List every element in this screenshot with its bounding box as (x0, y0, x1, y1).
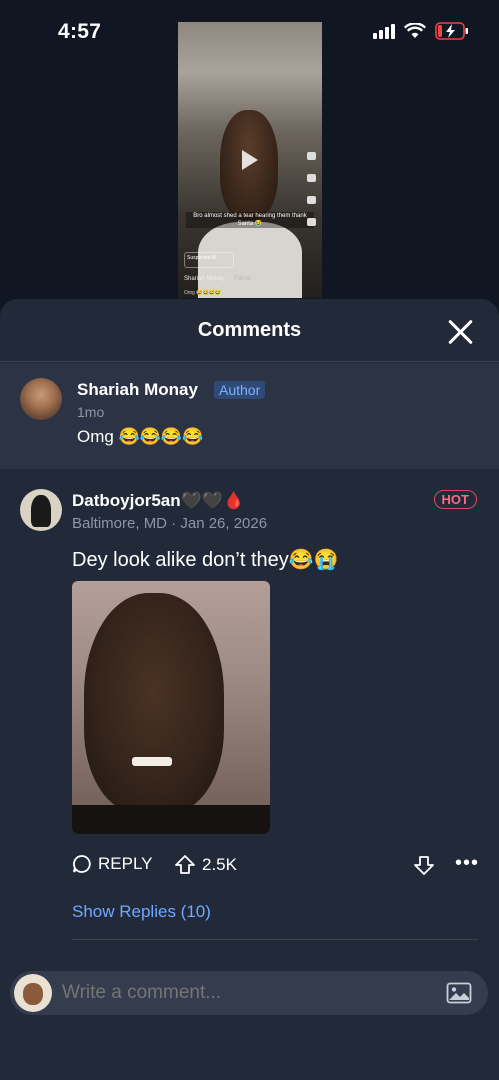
sheet-title: Comments (197, 319, 302, 341)
comment-actions: REPLY 2.5K ••• (72, 850, 482, 880)
image-shirt (72, 805, 270, 834)
comment-input[interactable] (62, 971, 422, 1015)
video-preview[interactable]: Bro almost shed a tear hearing them than… (178, 22, 322, 298)
video-side-actions (307, 152, 316, 226)
close-icon[interactable] (447, 318, 475, 346)
comment-composer (10, 971, 488, 1015)
hot-badge: HOT (433, 490, 477, 509)
upvote-button[interactable]: 2.5K (174, 854, 237, 876)
downvote-button[interactable] (413, 854, 435, 881)
video-caption: Bro almost shed a tear hearing them than… (186, 212, 314, 228)
dislike-icon (307, 174, 316, 182)
more-options-icon[interactable]: ••• (455, 853, 479, 873)
clock: 4:57 (58, 20, 102, 43)
comment-timestamp: 1mo (77, 404, 105, 420)
sheet-header: Comments (0, 299, 499, 362)
upvote-icon (175, 855, 195, 874)
comment-image[interactable] (72, 581, 270, 834)
reply-icon (73, 855, 91, 873)
comment-author-name[interactable]: Shariah Monay (77, 380, 198, 400)
avatar[interactable] (20, 489, 62, 531)
comment-text: Dey look alike don’t they😂😭 (72, 549, 339, 571)
image-icon[interactable] (446, 982, 472, 1009)
suspected-ai-tag: Suspected AI (184, 252, 234, 268)
comment-location-date: Baltimore, MD · Jan 26, 2026 (72, 515, 268, 532)
status-icons (373, 22, 469, 40)
video-follow: Follow (234, 276, 252, 282)
image-person (84, 593, 224, 813)
share-icon (307, 218, 316, 226)
avatar[interactable] (20, 378, 62, 420)
play-icon[interactable] (242, 150, 258, 170)
reply-button[interactable]: REPLY (72, 854, 153, 874)
signal-icon (373, 23, 395, 39)
comment-text: Omg 😂😂😂😂 (77, 427, 204, 446)
comment-icon (307, 196, 316, 204)
user-avatar (14, 974, 52, 1012)
show-replies-link[interactable]: Show Replies (10) (72, 902, 211, 922)
battery-icon (435, 22, 469, 40)
comment-author-name[interactable]: Datboyjor5an🖤🖤🩸 (72, 491, 244, 511)
wifi-icon (404, 23, 426, 39)
video-user-row: Shariah Monay Follow (184, 276, 251, 282)
comments-sheet: Comments Shariah Monay Author 1mo Omg 😂😂… (0, 299, 499, 1080)
reply-label: REPLY (98, 854, 153, 873)
video-comment-preview: Omg 😂😂😂😂 (184, 290, 222, 296)
upvote-count: 2.5K (202, 855, 237, 874)
divider (72, 939, 478, 940)
downvote-icon (414, 856, 434, 875)
like-icon (307, 152, 316, 160)
image-smile (132, 757, 172, 766)
pinned-comment: Shariah Monay Author 1mo Omg 😂😂😂😂 (0, 363, 499, 469)
video-username: Shariah Monay (184, 276, 225, 282)
author-badge: Author (214, 381, 266, 399)
